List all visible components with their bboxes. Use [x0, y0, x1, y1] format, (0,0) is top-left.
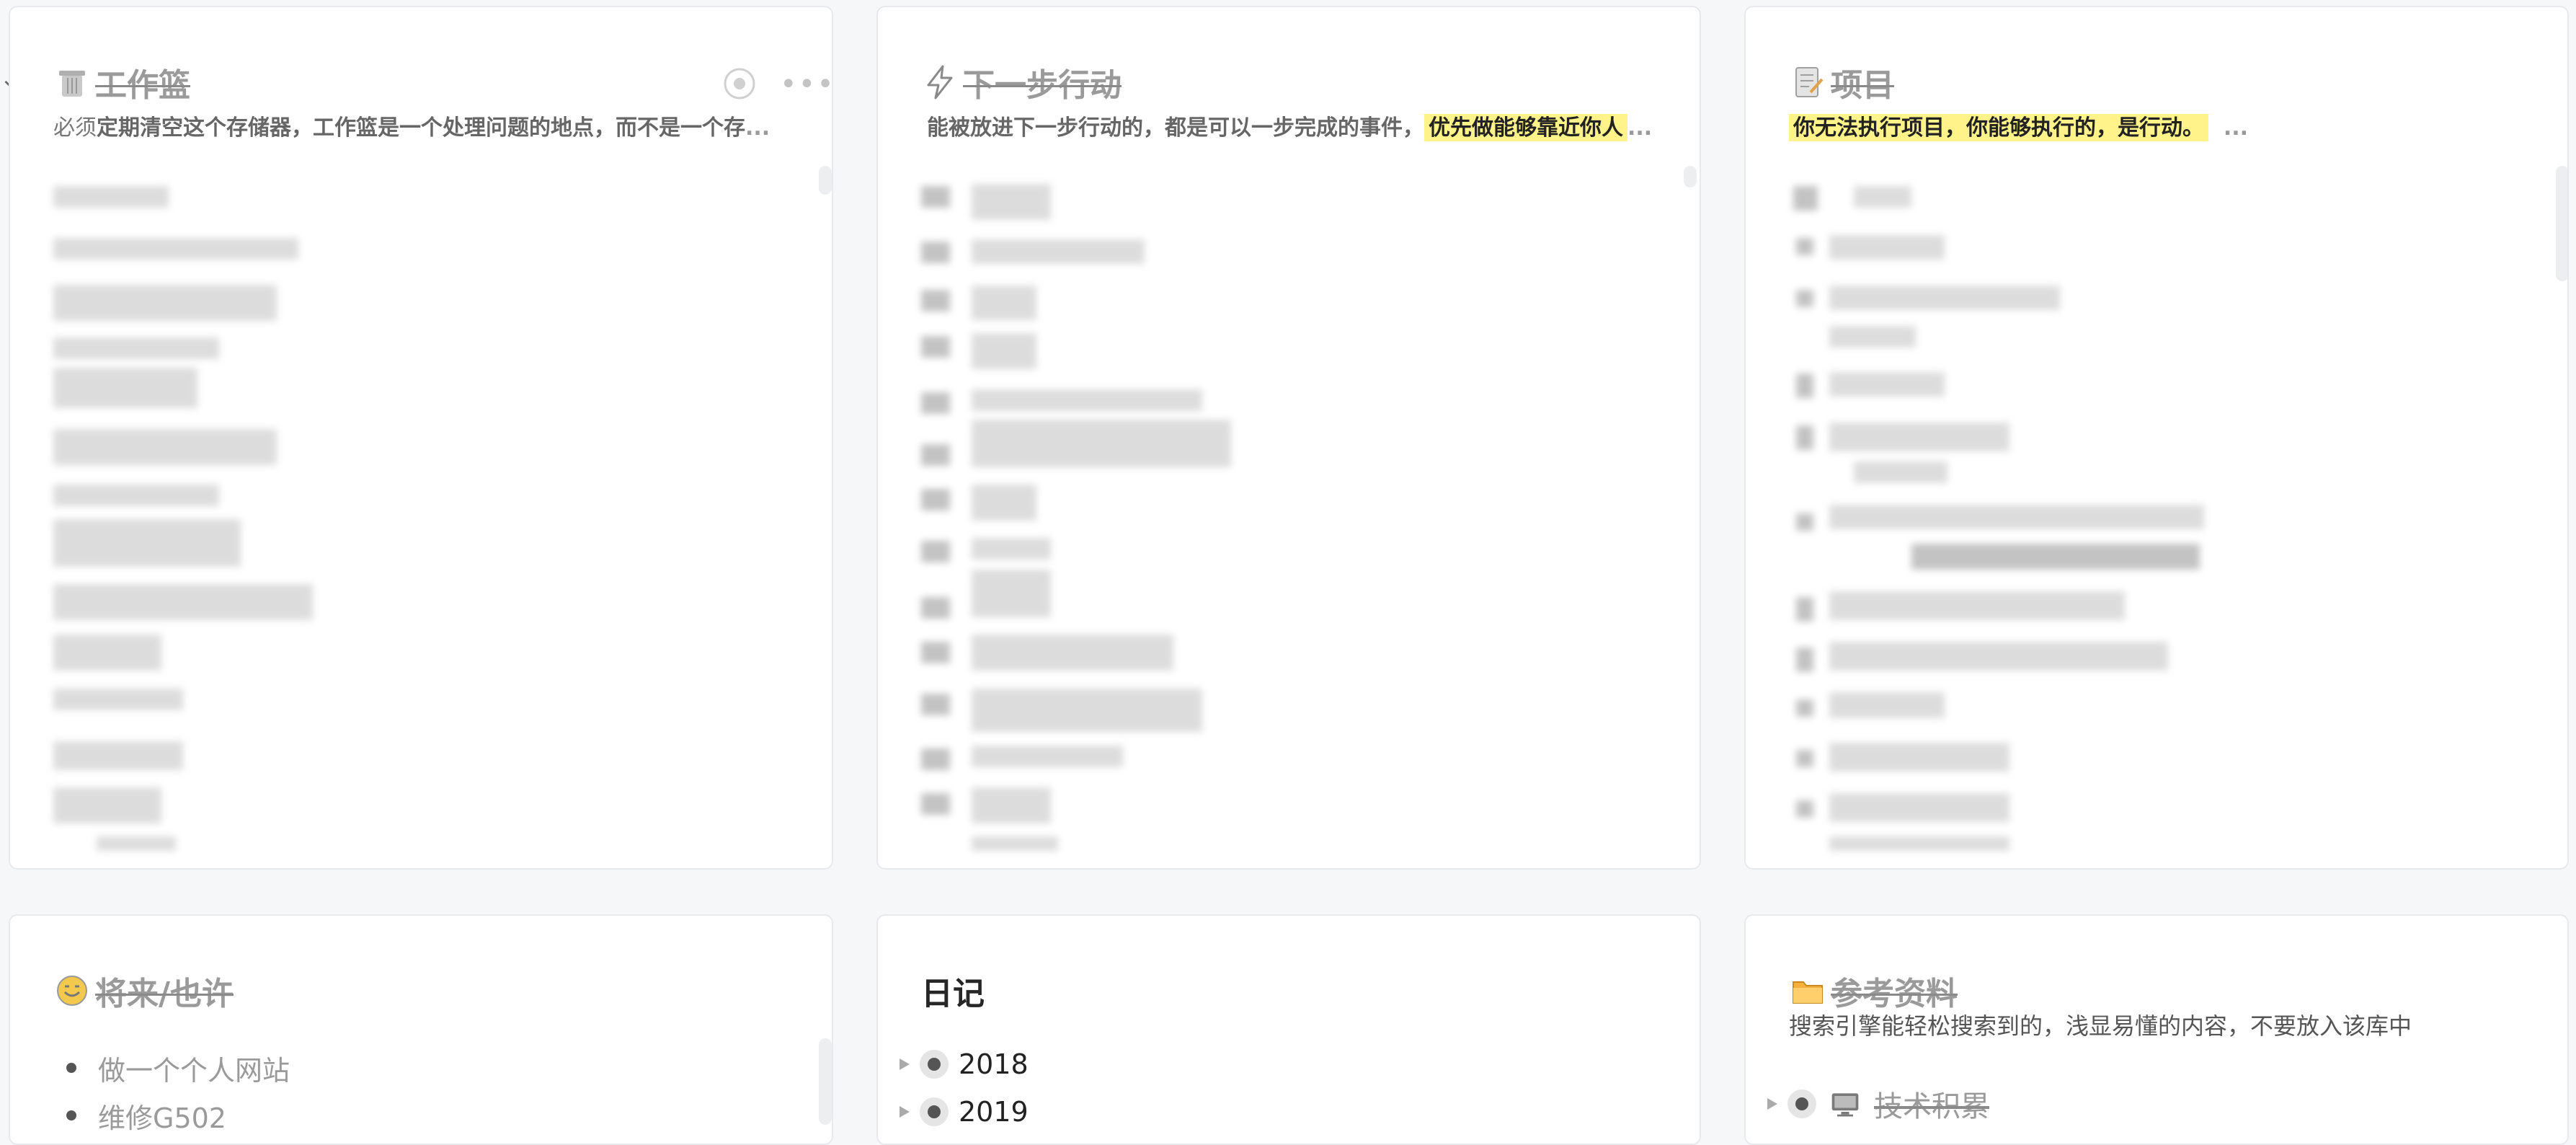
- trash-basket-icon: [53, 63, 91, 101]
- card-description: 能被放进下一步行动的，都是可以一步完成的事件， 优先做能够靠近你人...: [927, 114, 1653, 141]
- card-description: 搜索引擎能轻松搜索到的，浅显易懂的内容，不要放入该库中: [1789, 1012, 2412, 1040]
- year-label: 2018: [959, 1048, 1029, 1080]
- card-title[interactable]: 工作篮: [53, 59, 190, 105]
- card-diary: 日记 2018 2019: [876, 914, 1701, 1145]
- list-item[interactable]: 维修G502: [53, 1092, 290, 1139]
- card-title[interactable]: 参考资料: [1789, 968, 1958, 1014]
- card-someday: 将来/也许 做一个个人网站 维修G502: [9, 914, 833, 1145]
- item-label: 技术积累: [1874, 1090, 1989, 1123]
- bullet-icon: [66, 1063, 76, 1073]
- diary-year-2019[interactable]: 2019: [900, 1096, 1029, 1128]
- computer-icon: [1826, 1085, 1864, 1123]
- memo-icon: [1789, 63, 1826, 101]
- folder-icon: [1789, 972, 1826, 1009]
- toggle-arrow-icon[interactable]: [1767, 1098, 1777, 1110]
- smiley-icon: [53, 972, 91, 1009]
- bullet-icon: [920, 1097, 949, 1126]
- year-label: 2019: [959, 1096, 1029, 1128]
- scrollbar[interactable]: [2556, 166, 2567, 281]
- diary-year-2018[interactable]: 2018: [900, 1048, 1029, 1080]
- scrollbar[interactable]: [1684, 166, 1697, 187]
- lightning-icon: [921, 63, 959, 101]
- card-description: 必须定期清空这个存储器，工作篮是一个处理问题的地点，而不是一个存...: [53, 115, 770, 141]
- card-inbox: 工作篮 ••• 必须定期清空这个存储器，工作篮是一个处理问题的地点，而不是一个存…: [9, 6, 833, 870]
- target-icon[interactable]: [722, 66, 757, 104]
- card-title[interactable]: 项目: [1789, 59, 1894, 105]
- more-options-icon[interactable]: •••: [780, 68, 832, 101]
- bullet-icon: [1787, 1089, 1816, 1118]
- card-projects: 项目 你无法执行项目，你能够执行的，是行动。 ...: [1744, 6, 2569, 870]
- toggle-arrow-icon[interactable]: [900, 1106, 910, 1118]
- list-item[interactable]: 做一个个人网站: [53, 1044, 290, 1092]
- card-title[interactable]: 将来/也许: [53, 968, 234, 1014]
- reference-item-tech[interactable]: 技术积累: [1767, 1083, 1989, 1125]
- scrollbar[interactable]: [819, 1038, 832, 1125]
- card-title[interactable]: 下一步行动: [921, 59, 1122, 105]
- toggle-arrow-icon[interactable]: [900, 1058, 910, 1070]
- card-reference: 参考资料 搜索引擎能轻松搜索到的，浅显易懂的内容，不要放入该库中 技术积累: [1744, 914, 2569, 1145]
- someday-list: 做一个个人网站 维修G502: [53, 1044, 290, 1139]
- bullet-icon: [920, 1050, 949, 1079]
- card-description: 你无法执行项目，你能够执行的，是行动。 ...: [1789, 110, 2557, 141]
- card-next-actions: 下一步行动 能被放进下一步行动的，都是可以一步完成的事件， 优先做能够靠近你人..…: [876, 6, 1701, 870]
- bullet-icon: [66, 1110, 76, 1120]
- card-title[interactable]: 日记: [921, 968, 985, 1014]
- scrollbar[interactable]: [819, 166, 832, 195]
